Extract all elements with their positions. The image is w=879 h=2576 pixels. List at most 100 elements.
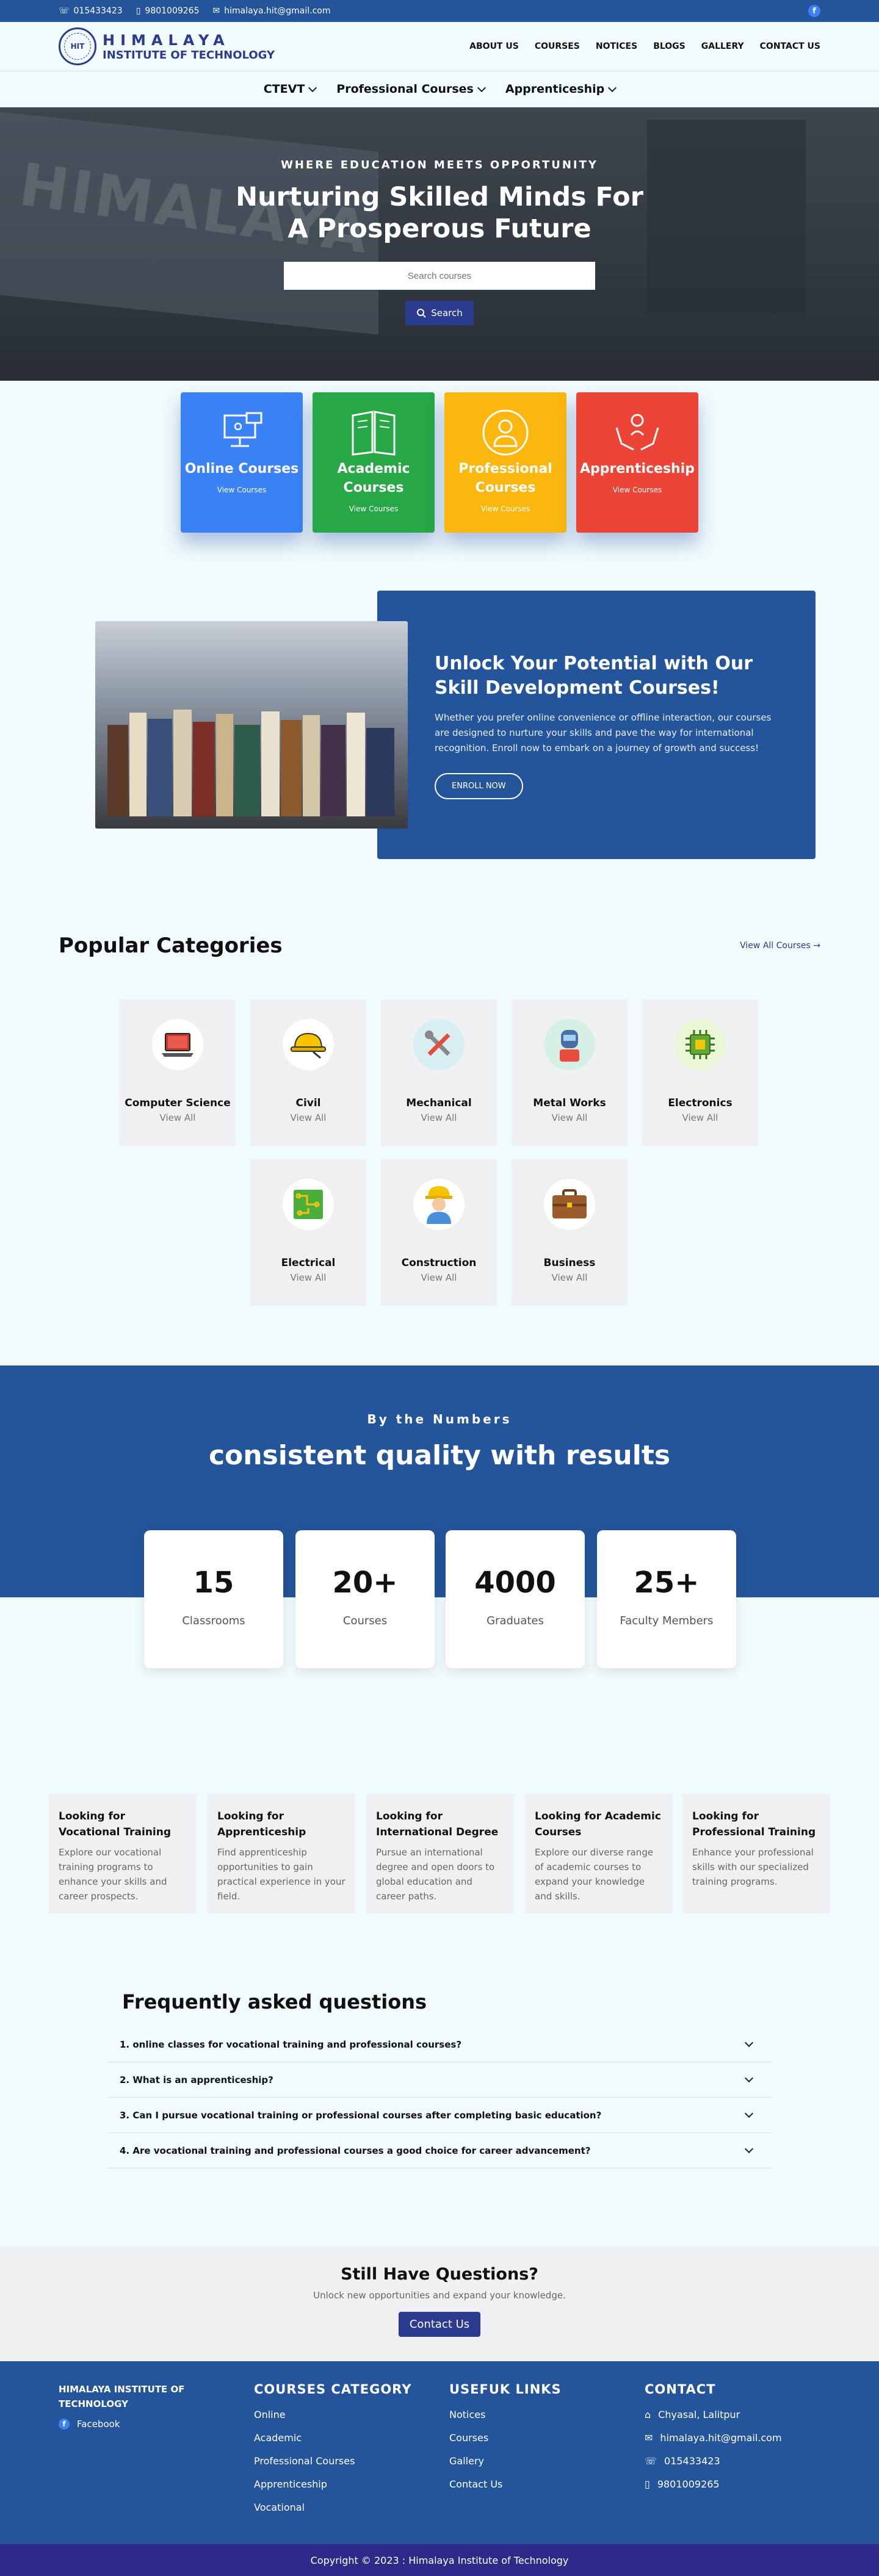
logo-line-2: INSTITUTE OF TECHNOLOGY: [103, 48, 275, 62]
category-business[interactable]: Business View All: [512, 1159, 628, 1306]
nav-contact[interactable]: CONTACT US: [760, 41, 820, 51]
footer-link-apprenticeship[interactable]: Apprenticeship: [254, 2478, 411, 2490]
footer-facebook-link[interactable]: f Facebook: [59, 2419, 211, 2430]
promo-section: Unlock Your Potential with Our Skill Dev…: [59, 591, 816, 859]
faq-item[interactable]: 1. online classes for vocational trainin…: [107, 2027, 772, 2062]
view-all-courses-link[interactable]: View All Courses →: [740, 941, 820, 951]
nav-blogs[interactable]: BLOGS: [653, 41, 685, 51]
footer-link-notices[interactable]: Notices: [449, 2409, 562, 2420]
chevron-down-icon: [608, 83, 617, 92]
home-icon: ⌂: [645, 2409, 651, 2420]
footer-link-vocational[interactable]: Vocational: [254, 2502, 411, 2513]
search-input[interactable]: [284, 262, 595, 290]
site-header: HIT HIMALAYA INSTITUTE OF TECHNOLOGY ABO…: [0, 22, 879, 71]
stat-faculty: 25+ Faculty Members: [597, 1530, 736, 1668]
email-contact[interactable]: ✉ himalaya.hit@gmail.com: [212, 6, 330, 16]
promo-text: Whether you prefer online convenience or…: [435, 712, 772, 754]
tools-icon: [413, 1019, 465, 1070]
nav-notices[interactable]: NOTICES: [596, 41, 637, 51]
footer: HIMALAYA INSTITUTE OF TECHNOLOGY f Facebo…: [0, 2361, 879, 2544]
copyright-bar: Copyright © 2023 : Himalaya Institute of…: [0, 2544, 879, 2576]
footer-brand: HIMALAYA INSTITUTE OF TECHNOLOGY: [59, 2384, 185, 2409]
looking-international[interactable]: Looking for International Degree Pursue a…: [366, 1794, 514, 1913]
category-civil[interactable]: Civil View All: [250, 999, 366, 1146]
nav-about[interactable]: ABOUT US: [469, 41, 519, 51]
mobile-icon: ▯: [645, 2478, 650, 2490]
footer-link-professional[interactable]: Professional Courses: [254, 2455, 411, 2467]
card-online-courses[interactable]: Online Courses View Courses: [181, 392, 303, 533]
stat-classrooms: 15 Classrooms: [144, 1530, 283, 1668]
dropdown-ctevt[interactable]: CTEVT: [264, 82, 317, 96]
faq-item[interactable]: 3. Can I pursue vocational training or p…: [107, 2098, 772, 2133]
looking-professional[interactable]: Looking for Professional Training Enhance…: [682, 1794, 830, 1913]
promo-title: Unlock Your Potential with Our Skill Dev…: [435, 653, 753, 699]
hands-icon: [613, 408, 662, 457]
card-apprenticeship[interactable]: Apprenticeship View Courses: [576, 392, 698, 533]
contact-us-button[interactable]: Contact Us: [398, 2312, 481, 2337]
logo[interactable]: HIT HIMALAYA INSTITUTE OF TECHNOLOGY: [59, 27, 275, 65]
faq-item[interactable]: 2. What is an apprenticeship?: [107, 2062, 772, 2098]
still-heading: Still Have Questions?: [341, 2265, 538, 2284]
hero-title: Nurturing Skilled Minds For A Prosperous…: [236, 182, 643, 244]
footer-courses-col: COURSES CATEGORY Online Academic Profess…: [254, 2382, 412, 2513]
mobile-contact[interactable]: ▯ 9801009265: [136, 6, 200, 16]
footer-link-gallery[interactable]: Gallery: [449, 2455, 562, 2467]
still-questions-section: Still Have Questions? Unlock new opportu…: [0, 2247, 879, 2361]
hardhat-icon: [283, 1019, 334, 1070]
facebook-icon[interactable]: f: [808, 5, 820, 17]
popular-heading: Popular Categories: [59, 934, 283, 958]
enroll-now-button[interactable]: ENROLL NOW: [435, 773, 523, 799]
mail-icon: ✉: [645, 2432, 653, 2444]
logo-line-1: HIMALAYA: [103, 31, 230, 49]
footer-link-contact[interactable]: Contact Us: [449, 2478, 562, 2490]
book-icon: [349, 408, 398, 457]
laptop-icon: [152, 1019, 203, 1070]
nav-courses[interactable]: COURSES: [535, 41, 580, 51]
footer-address: ⌂ Chyasal, Lalitpur: [645, 2409, 740, 2420]
main-nav: ABOUT US COURSES NOTICES BLOGS GALLERY C…: [469, 41, 820, 51]
faq-item[interactable]: 4. Are vocational training and professio…: [107, 2133, 772, 2168]
category-computer-science[interactable]: Computer Science View All: [120, 999, 236, 1146]
footer-brand-col: HIMALAYA INSTITUTE OF TECHNOLOGY f Facebo…: [59, 2382, 211, 2441]
footer-link-online[interactable]: Online: [254, 2409, 411, 2420]
category-mechanical[interactable]: Mechanical View All: [381, 999, 497, 1146]
numbers-section: By the Numbers consistent quality with r…: [0, 1365, 879, 1597]
dropdown-professional-courses[interactable]: Professional Courses: [336, 82, 486, 96]
top-bar: ☏ 015433423 ▯ 9801009265 ✉ himalaya.hit@gma…: [0, 0, 879, 22]
hero-tagline: WHERE EDUCATION MEETS OPPORTUNITY: [281, 159, 598, 171]
category-construction[interactable]: Construction View All: [381, 1159, 497, 1306]
faq-section: Frequently asked questions 1. online cla…: [107, 1990, 772, 2168]
phone-contact[interactable]: ☏ 015433423: [59, 6, 123, 16]
footer-link-academic[interactable]: Academic: [254, 2432, 411, 2444]
card-professional-courses[interactable]: Professional Courses View Courses: [444, 392, 566, 533]
numbers-kicker: By the Numbers: [367, 1412, 512, 1427]
category-metal-works[interactable]: Metal Works View All: [512, 999, 628, 1146]
chevron-down-icon: [744, 2109, 754, 2118]
category-electronics[interactable]: Electronics View All: [642, 999, 758, 1146]
footer-email[interactable]: ✉ himalaya.hit@gmail.com: [645, 2432, 782, 2444]
numbers-heading: consistent quality with results: [208, 1440, 671, 1471]
chevron-down-icon: [744, 2073, 754, 2083]
circuit-icon: [283, 1179, 334, 1230]
mail-icon: ✉: [212, 6, 220, 16]
welder-icon: [544, 1019, 595, 1070]
looking-apprenticeship[interactable]: Looking for Apprenticeship Find apprentic…: [208, 1794, 355, 1913]
phone-icon: ☏: [645, 2455, 657, 2467]
arrow-right-icon: →: [813, 941, 820, 951]
footer-mobile[interactable]: ▯ 9801009265: [645, 2478, 782, 2490]
briefcase-icon: [544, 1179, 595, 1230]
chevron-down-icon: [477, 83, 486, 92]
card-academic-courses[interactable]: Academic Courses View Courses: [313, 392, 435, 533]
footer-phone[interactable]: ☏ 015433423: [645, 2455, 782, 2467]
looking-vocational[interactable]: Looking for Vocational Training Explore o…: [49, 1794, 197, 1913]
looking-academic[interactable]: Looking for Academic Courses Explore our …: [525, 1794, 673, 1913]
footer-links-col: USEFUK LINKS Notices Courses Gallery Con…: [449, 2382, 562, 2490]
chevron-down-icon: [744, 2038, 754, 2048]
hero-banner: HIMALAYA WHERE EDUCATION MEETS OPPORTUNI…: [0, 107, 879, 381]
search-button[interactable]: Search: [405, 301, 474, 325]
facebook-icon: f: [59, 2419, 70, 2430]
dropdown-apprenticeship[interactable]: Apprenticeship: [505, 82, 617, 96]
category-electrical[interactable]: Electrical View All: [250, 1159, 366, 1306]
footer-link-courses[interactable]: Courses: [449, 2432, 562, 2444]
nav-gallery[interactable]: GALLERY: [701, 41, 744, 51]
